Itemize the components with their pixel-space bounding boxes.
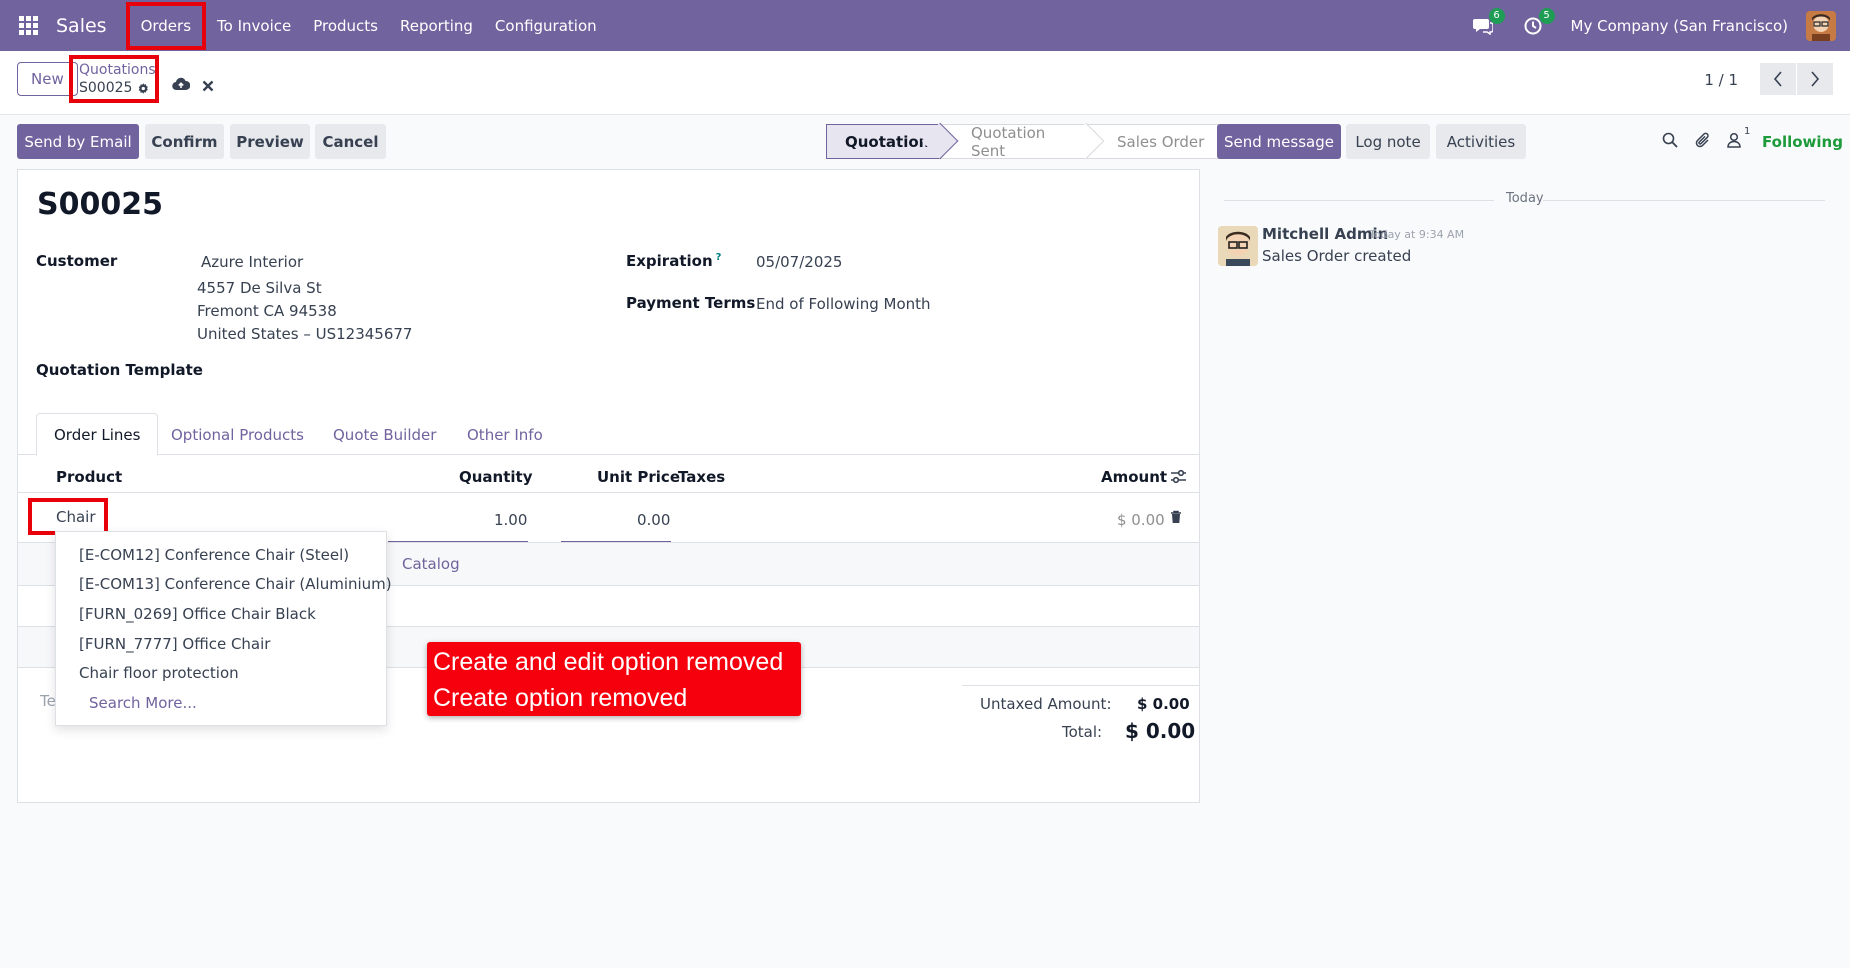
breadcrumb-quotations-link[interactable]: Quotations	[79, 61, 156, 79]
trash-icon[interactable]	[1170, 510, 1182, 528]
customer-label: Customer	[36, 252, 118, 270]
dropdown-option[interactable]: [E-COM12] Conference Chair (Steel)	[79, 546, 349, 564]
menu-products[interactable]: Products	[302, 5, 389, 47]
dropdown-option[interactable]: Chair floor protection	[79, 664, 239, 682]
send-message-button[interactable]: Send message	[1217, 124, 1341, 159]
menu-to-invoice[interactable]: To Invoice	[206, 5, 302, 47]
dropdown-option[interactable]: [FURN_0269] Office Chair Black	[79, 605, 316, 623]
expiration-label: Expiration?	[626, 252, 721, 270]
line-unit-price[interactable]: 0.00	[637, 511, 670, 529]
activities-button[interactable]: Activities	[1436, 124, 1526, 159]
tab-optional-products[interactable]: Optional Products	[171, 413, 304, 456]
annotation-callout: Create and edit option removed Create op…	[427, 642, 801, 716]
customer-field[interactable]: Azure Interior	[201, 253, 303, 271]
apps-menu-icon[interactable]	[19, 15, 39, 36]
total-label: Total:	[1062, 723, 1103, 741]
following-toggle[interactable]: Following	[1762, 133, 1843, 151]
dropdown-option[interactable]: [E-COM13] Conference Chair (Aluminium)	[79, 575, 392, 593]
notebook-tabs: Order Lines Optional Products Quote Buil…	[18, 413, 1199, 456]
paperclip-icon[interactable]	[1695, 132, 1711, 153]
status-bar: Quotation Quotation Sent Sales Order	[826, 122, 1225, 160]
line-quantity[interactable]: 1.00	[494, 511, 527, 529]
column-taxes[interactable]: Taxes	[678, 468, 725, 486]
messages-count-badge: 6	[1488, 7, 1505, 24]
product-input[interactable]: Chair	[28, 498, 108, 535]
breadcrumb-record-name: S00025	[79, 80, 133, 96]
expiration-label-text: Expiration	[626, 252, 713, 270]
company-switcher[interactable]: My Company (San Francisco)	[1571, 17, 1788, 35]
chevron-left-icon	[1773, 71, 1782, 87]
send-by-email-button[interactable]: Send by Email	[17, 124, 139, 159]
pager-value[interactable]: 1 / 1	[1704, 71, 1738, 89]
stage-quotation-label: Quotation	[845, 132, 930, 151]
customer-address-line2: Fremont CA 94538	[197, 302, 337, 320]
menu-reporting[interactable]: Reporting	[389, 5, 484, 47]
column-unit-price[interactable]: Unit Price	[597, 468, 680, 486]
tab-other-info[interactable]: Other Info	[467, 413, 543, 456]
customer-address-line3: United States – US12345677	[197, 325, 413, 343]
chevron-right-icon	[1811, 71, 1820, 87]
breadcrumb-current: S00025	[79, 79, 149, 97]
column-settings-icon[interactable]	[1170, 469, 1187, 488]
messages-systray[interactable]: 6	[1471, 7, 1505, 38]
discard-close-icon[interactable]	[202, 77, 214, 96]
column-quantity[interactable]: Quantity	[459, 468, 533, 486]
record-title: S00025	[37, 187, 163, 222]
expiration-field[interactable]: 05/07/2025	[756, 253, 842, 271]
confirm-button[interactable]: Confirm	[145, 124, 224, 159]
activities-count-badge: 5	[1538, 7, 1555, 24]
save-cloud-icon[interactable]	[172, 76, 191, 95]
followers-count: 1	[1744, 126, 1751, 137]
line-amount: $ 0.00	[1117, 511, 1165, 529]
followers-button[interactable]: 1	[1726, 126, 1750, 152]
menu-configuration[interactable]: Configuration	[484, 5, 608, 47]
user-icon	[1727, 132, 1741, 148]
stage-quotation-sent[interactable]: Quotation Sent	[941, 122, 1105, 160]
log-note-button[interactable]: Log note	[1346, 124, 1430, 159]
top-navbar: Sales Orders To Invoice Products Reporti…	[0, 0, 1850, 51]
stage-sales-order[interactable]: Sales Order	[1087, 124, 1225, 159]
total-value: $ 0.00	[1125, 719, 1196, 743]
control-panel: New Quotations S00025 1 / 1	[0, 51, 1850, 115]
date-separator: Today	[1506, 191, 1544, 206]
menu-orders[interactable]: Orders	[125, 1, 207, 50]
search-more-link[interactable]: Search More...	[89, 694, 197, 712]
pager-next-button[interactable]	[1797, 63, 1833, 95]
help-icon[interactable]: ?	[716, 252, 722, 263]
terms-and-conditions-field[interactable]: Te	[40, 692, 56, 710]
breadcrumb: Quotations S00025	[69, 55, 159, 103]
activities-systray[interactable]: 5	[1521, 7, 1555, 38]
pager-previous-button[interactable]	[1760, 63, 1796, 95]
callout-line1: Create and edit option removed	[433, 648, 784, 676]
column-product[interactable]: Product	[56, 468, 122, 486]
app-name[interactable]: Sales	[56, 15, 107, 37]
payment-terms-label: Payment Terms	[626, 294, 756, 312]
dropdown-option[interactable]: [FURN_7777] Office Chair	[79, 635, 270, 653]
tab-quote-builder[interactable]: Quote Builder	[333, 413, 436, 456]
customer-address-line1: 4557 De Silva St	[197, 279, 322, 297]
untaxed-amount-label: Untaxed Amount:	[980, 695, 1112, 713]
message-body: Sales Order created	[1262, 247, 1412, 265]
search-icon[interactable]	[1662, 132, 1678, 152]
column-amount[interactable]: Amount	[1101, 468, 1167, 486]
untaxed-amount-value: $ 0.00	[1137, 695, 1190, 713]
callout-line2: Create option removed	[433, 684, 688, 712]
gear-icon[interactable]	[138, 82, 149, 95]
message-timestamp: Today at 9:34 AM	[1369, 228, 1465, 241]
cancel-button[interactable]: Cancel	[315, 124, 386, 159]
stage-quotation[interactable]: Quotation	[826, 122, 959, 160]
quotation-template-label: Quotation Template	[36, 361, 203, 379]
catalog-link[interactable]: Catalog	[402, 555, 460, 573]
stage-quotation-sent-label: Quotation Sent	[971, 123, 1046, 160]
message-author-avatar[interactable]	[1218, 226, 1258, 266]
user-avatar[interactable]	[1806, 10, 1836, 41]
tab-order-lines[interactable]: Order Lines	[36, 413, 159, 456]
product-autocomplete-dropdown: [E-COM12] Conference Chair (Steel) [E-CO…	[55, 531, 392, 726]
stage-sales-order-label: Sales Order	[1117, 132, 1205, 151]
preview-button[interactable]: Preview	[230, 124, 310, 159]
payment-terms-field[interactable]: End of Following Month	[756, 295, 931, 313]
